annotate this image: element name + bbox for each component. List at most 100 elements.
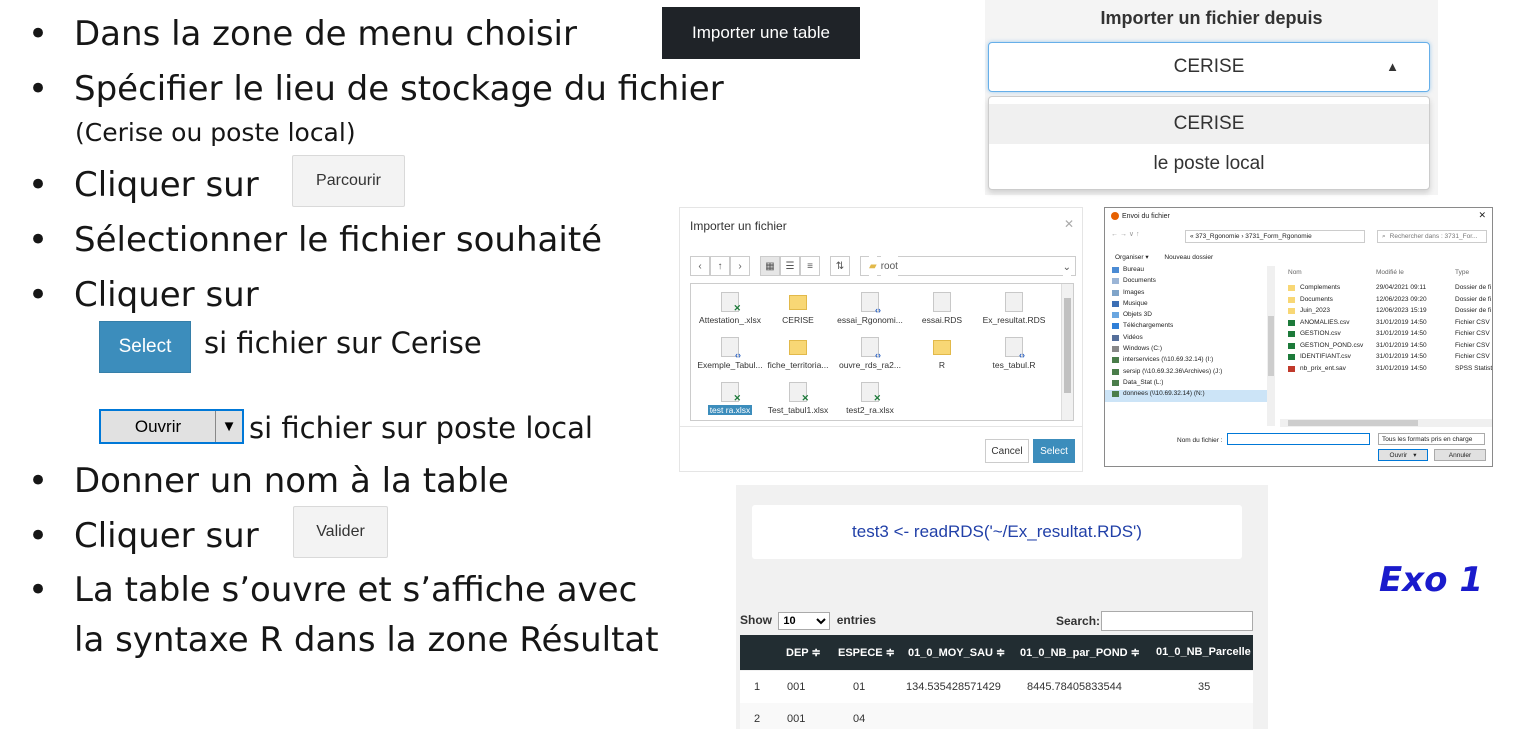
slide: • Dans la zone de menu choisir Importer u… [0, 0, 1518, 729]
file-row[interactable]: Documents 12/06/2023 09:20 Dossier de fi [1288, 295, 1492, 308]
nav-label: Documents [1123, 277, 1156, 285]
nav-item[interactable]: Musique [1105, 300, 1275, 311]
file-row[interactable]: Juin_2023 12/06/2023 15:19 Dossier de fi [1288, 307, 1492, 319]
col-type[interactable]: Type [1455, 269, 1469, 276]
open-button[interactable]: Ouvrir ▾ [1378, 449, 1428, 461]
cancel-button[interactable]: Cancel [985, 439, 1029, 463]
excel-file-icon [861, 382, 881, 404]
valider-button[interactable]: Valider [293, 506, 388, 558]
scrollbar[interactable] [1061, 284, 1073, 420]
bullet-storage-sub: (Cerise ou poste local) [75, 118, 356, 147]
import-source-select[interactable]: CERISE ▲ [988, 42, 1430, 92]
scrollbar-thumb[interactable] [1064, 298, 1071, 393]
file-item[interactable]: test2_ra.xlsx [833, 382, 907, 415]
col-nb-parcelle[interactable]: 01_0_NB_Parcelle [1156, 646, 1251, 658]
file-item[interactable]: essai.RDS [905, 292, 979, 325]
select-button[interactable]: Select [1033, 439, 1075, 463]
file-item[interactable]: Test_tabul1.xlsx [761, 382, 835, 415]
close-icon[interactable]: ✕ [1478, 210, 1486, 221]
file-item[interactable]: Ex_resultat.RDS [977, 292, 1051, 325]
ouvrir-button[interactable]: Ouvrir ▼ [99, 409, 244, 444]
cancel-button[interactable]: Annuler [1434, 449, 1486, 461]
file-item[interactable]: ouvre_rds_ra2... [833, 337, 907, 370]
nav-item-selected[interactable]: donnees (\\10.69.32.14) (N:) [1105, 390, 1275, 402]
file-item[interactable]: essai_Rgonomi... [833, 292, 907, 325]
music-icon [1112, 300, 1119, 307]
nav-item[interactable]: Images [1105, 289, 1275, 300]
up-icon[interactable]: ↑ [710, 256, 730, 276]
caret-up-icon: ▲ [1386, 59, 1399, 74]
bullet-cliquer: • Cliquer sur [28, 275, 259, 315]
col-moy-sau[interactable]: 01_0_MOY_SAU ≑ [908, 646, 1005, 659]
file-item[interactable]: CERISE [761, 292, 835, 325]
nav-item[interactable]: Windows (C:) [1105, 345, 1275, 356]
file-name: Documents [1300, 295, 1333, 303]
nav-item[interactable]: Téléchargements [1105, 322, 1275, 333]
option-cerise[interactable]: CERISE [989, 104, 1429, 144]
nav-item[interactable]: Data_Stat (L:) [1105, 379, 1275, 390]
file-date: 31/01/2019 14:50 [1376, 330, 1427, 337]
file-item[interactable]: Exemple_Tabul... [693, 337, 767, 370]
nav-item[interactable]: Documents [1105, 277, 1275, 288]
back-icon[interactable]: ‹ [690, 256, 710, 276]
scrollbar-thumb[interactable] [1268, 316, 1274, 376]
file-row[interactable]: IDENTIFIANT.csv 31/01/2019 14:50 Fichier C… [1288, 353, 1492, 365]
file-item[interactable]: tes_tabul.R [977, 337, 1051, 370]
list-view-icon[interactable]: ☰ [780, 256, 800, 276]
nav-item[interactable]: interservices (\\10.69.32.14) (I:) [1105, 356, 1275, 367]
select-button[interactable]: Select [99, 321, 191, 373]
filename-input[interactable] [1227, 433, 1370, 445]
nav-item[interactable]: Vidéos [1105, 334, 1275, 345]
col-nom[interactable]: Nom [1288, 269, 1302, 276]
filename-label: Nom du fichier : [1177, 437, 1223, 444]
cell: 001 [787, 681, 806, 693]
sort-icon[interactable]: ⇅ [830, 256, 850, 276]
close-icon[interactable]: ✕ [1064, 217, 1074, 231]
import-source-panel: Importer un fichier depuis CERISE ▲ CERI… [985, 0, 1438, 195]
importer-table-button[interactable]: Importer une table [662, 7, 860, 59]
col-espece[interactable]: ESPECE ≑ [838, 646, 895, 659]
file-import-dialog: Importer un fichier ✕ ‹ ↑ › ▦ ☰ ≡ ⇅ ▰ roo… [679, 207, 1083, 472]
nav-scrollbar[interactable] [1267, 266, 1275, 426]
nav-item[interactable]: Bureau [1105, 266, 1275, 277]
file-item[interactable]: Attestation_.xlsx [693, 292, 767, 325]
col-dep[interactable]: DEP ≑ [786, 646, 821, 659]
scrollbar-thumb[interactable] [1288, 420, 1418, 426]
file-item[interactable]: R [905, 337, 979, 370]
file-item-selected[interactable]: test ra.xlsx [693, 382, 767, 415]
nav-item[interactable]: sersip (\\10.69.32.36\Archives) (J:) [1105, 368, 1275, 379]
col-nb-par-pond[interactable]: 01_0_NB_par_POND ≑ [1020, 646, 1140, 659]
file-row[interactable]: nb_prix_ent.sav 31/01/2019 14:50 SPSS Stat… [1288, 365, 1492, 377]
horizontal-scrollbar[interactable] [1280, 419, 1492, 427]
search-input[interactable]: ⌕ Rechercher dans : 3731_For... [1377, 230, 1487, 243]
detail-view-icon[interactable]: ≡ [800, 256, 820, 276]
parcourir-button[interactable]: Parcourir [292, 155, 405, 207]
table-search-input[interactable] [1101, 611, 1253, 631]
organiser-button[interactable]: Organiser ▾ [1115, 254, 1149, 261]
entries-select[interactable]: 10 [778, 612, 831, 630]
path-select[interactable]: ▰ root ⌄ [860, 256, 1076, 277]
dropdown-arrow-icon[interactable]: ▾ [1413, 451, 1416, 459]
file-row[interactable]: Complements 29/04/2021 09:11 Dossier de fi [1288, 284, 1492, 296]
option-poste-local[interactable]: le poste local [989, 144, 1429, 184]
col-modified[interactable]: Modifié le [1376, 269, 1404, 276]
forward-icon[interactable]: › [730, 256, 750, 276]
folder-icon [789, 295, 807, 310]
file-date: 12/06/2023 09:20 [1376, 295, 1427, 303]
address-bar[interactable]: « 373_Rgonomie › 3731_Form_Rgonomie [1185, 230, 1365, 243]
file-row[interactable]: ANOMALIES.csv 31/01/2019 14:50 Fichier CSV… [1288, 319, 1492, 331]
nav-arrows[interactable]: ← → ∨ ↑ [1111, 230, 1139, 238]
windows-file-dialog: Envoi du fichier ✕ ← → ∨ ↑ « 373_Rgonomi… [1104, 207, 1493, 467]
nav-item[interactable]: Objets 3D [1105, 311, 1275, 322]
dropdown-arrow-icon[interactable]: ▼ [216, 411, 242, 442]
new-folder-button[interactable]: Nouveau dossier [1164, 254, 1213, 261]
folder-icon [1288, 285, 1295, 291]
file-name: Complements [1300, 284, 1341, 291]
drive-icon [1112, 346, 1119, 353]
table-header: DEP ≑ ESPECE ≑ 01_0_MOY_SAU ≑ 01_0_NB_pa… [740, 635, 1253, 670]
file-row[interactable]: GESTION_POND.csv 31/01/2019 14:50 Fichier … [1288, 342, 1492, 354]
file-row[interactable]: GESTION.csv 31/01/2019 14:50 Fichier CSV M [1288, 330, 1492, 342]
file-format-select[interactable]: Tous les formats pris en charge [1378, 433, 1485, 445]
file-item[interactable]: fiche_territoria... [761, 337, 835, 370]
grid-view-icon[interactable]: ▦ [760, 256, 780, 276]
